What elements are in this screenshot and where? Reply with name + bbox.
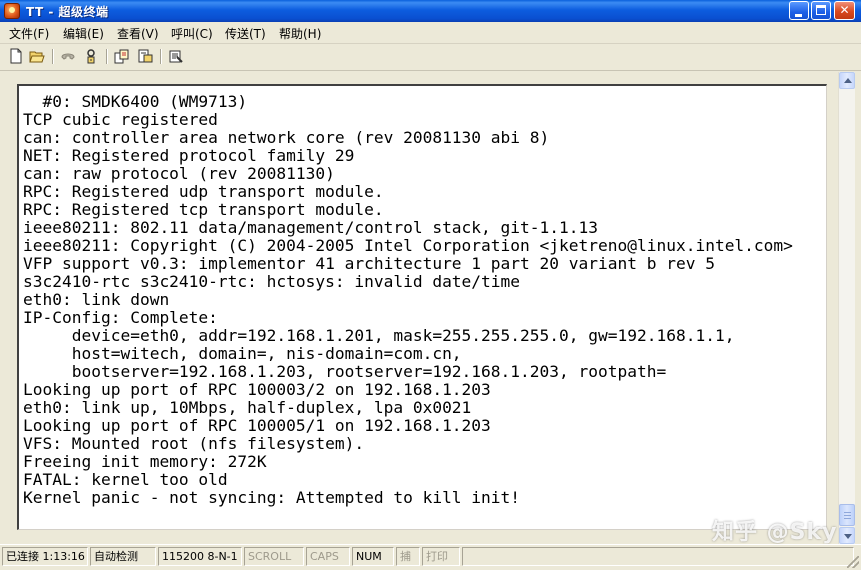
terminal-line: Kernel panic - not syncing: Attempted to… <box>23 488 521 507</box>
terminal-line: RPC: Registered tcp transport module. <box>23 200 384 219</box>
watermark: 知乎 @Sky <box>712 520 838 545</box>
menu-view[interactable]: 查看(V) <box>117 25 159 42</box>
terminal-line: host=witech, domain=, nis-domain=com.cn, <box>23 344 462 363</box>
status-detect: 自动检测 <box>90 547 156 566</box>
new-icon[interactable] <box>8 48 24 64</box>
close-icon: ✕ <box>839 3 850 17</box>
status-caps-lock: CAPS <box>306 547 350 566</box>
terminal-line: eth0: link down <box>23 290 170 309</box>
menu-bar: 文件(F) 编辑(E) 查看(V) 呼叫(C) 传送(T) 帮助(H) <box>0 22 861 44</box>
menu-help[interactable]: 帮助(H) <box>279 25 321 42</box>
menu-transfer[interactable]: 传送(T) <box>225 25 266 42</box>
terminal-line: Looking up port of RPC 100005/1 on 192.1… <box>23 416 491 435</box>
maximize-button[interactable] <box>811 1 831 20</box>
toolbar <box>0 44 861 71</box>
status-capture: 捕 <box>396 547 420 566</box>
open-icon[interactable] <box>29 48 45 64</box>
scroll-down-button[interactable] <box>839 527 855 544</box>
terminal-line: eth0: link up, 10Mbps, half-duplex, lpa … <box>23 398 472 417</box>
status-scroll-lock: SCROLL <box>244 547 304 566</box>
menu-file[interactable]: 文件(F) <box>9 25 49 42</box>
terminal-line: FATAL: kernel too old <box>23 470 228 489</box>
minimize-icon <box>795 14 802 17</box>
toolbar-separator <box>160 49 162 64</box>
minimize-button[interactable] <box>789 1 809 20</box>
terminal-line: can: raw protocol (rev 20081130) <box>23 164 335 183</box>
receive-icon[interactable] <box>137 48 153 64</box>
resize-grip[interactable] <box>847 556 859 568</box>
status-connection-time: 已连接 1:13:16 <box>2 547 88 566</box>
terminal-line: NET: Registered protocol family 29 <box>23 146 355 165</box>
terminal-line: ieee80211: Copyright (C) 2004-2005 Intel… <box>23 236 793 255</box>
status-port-settings: 115200 8-N-1 <box>158 547 242 566</box>
terminal-line: can: controller area network core (rev 2… <box>23 128 550 147</box>
terminal-line: device=eth0, addr=192.168.1.201, mask=25… <box>23 326 735 345</box>
vertical-scrollbar[interactable] <box>838 72 855 544</box>
status-print: 打印 <box>422 547 460 566</box>
scroll-up-button[interactable] <box>839 72 855 89</box>
status-bar: 已连接 1:13:16 自动检测 115200 8-N-1 SCROLL CAP… <box>0 544 861 570</box>
terminal-line: TCP cubic registered <box>23 110 218 129</box>
terminal-screen[interactable]: #0: SMDK6400 (WM9713) TCP cubic register… <box>17 84 827 530</box>
menu-edit[interactable]: 编辑(E) <box>63 25 104 42</box>
terminal-line: Looking up port of RPC 100003/2 on 192.1… <box>23 380 491 399</box>
toolbar-separator <box>106 49 108 64</box>
send-icon[interactable] <box>114 48 130 64</box>
disconnect-icon[interactable] <box>83 48 99 64</box>
app-icon[interactable] <box>4 3 20 19</box>
dial-icon[interactable] <box>60 48 76 64</box>
properties-icon[interactable] <box>168 48 184 64</box>
close-button[interactable]: ✕ <box>834 1 855 20</box>
window-title: TT - 超级终端 <box>26 5 109 19</box>
toolbar-separator <box>52 49 54 64</box>
terminal-line: Freeing init memory: 272K <box>23 452 267 471</box>
terminal-line: ieee80211: 802.11 data/management/contro… <box>23 218 598 237</box>
status-empty-panel <box>462 547 854 566</box>
status-num-lock: NUM <box>352 547 394 566</box>
terminal-line: VFP support v0.3: implementor 41 archite… <box>23 254 715 273</box>
grip-line <box>844 518 851 519</box>
title-bar[interactable]: TT - 超级终端 ✕ <box>0 0 861 22</box>
terminal-line: RPC: Registered udp transport module. <box>23 182 384 201</box>
terminal-line: s3c2410-rtc s3c2410-rtc: hctosys: invali… <box>23 272 521 291</box>
maximize-icon <box>816 5 826 15</box>
terminal-line: VFS: Mounted root (nfs filesystem). <box>23 434 365 453</box>
terminal-line: bootserver=192.168.1.203, rootserver=192… <box>23 362 667 381</box>
arrow-down-icon <box>844 534 852 539</box>
grip-line <box>844 515 851 516</box>
menu-call[interactable]: 呼叫(C) <box>171 25 213 42</box>
scroll-thumb[interactable] <box>839 504 855 526</box>
terminal-line: IP-Config: Complete: <box>23 308 218 327</box>
grip-line <box>844 512 851 513</box>
terminal-line: #0: SMDK6400 (WM9713) <box>23 92 248 111</box>
arrow-up-icon <box>844 78 852 83</box>
